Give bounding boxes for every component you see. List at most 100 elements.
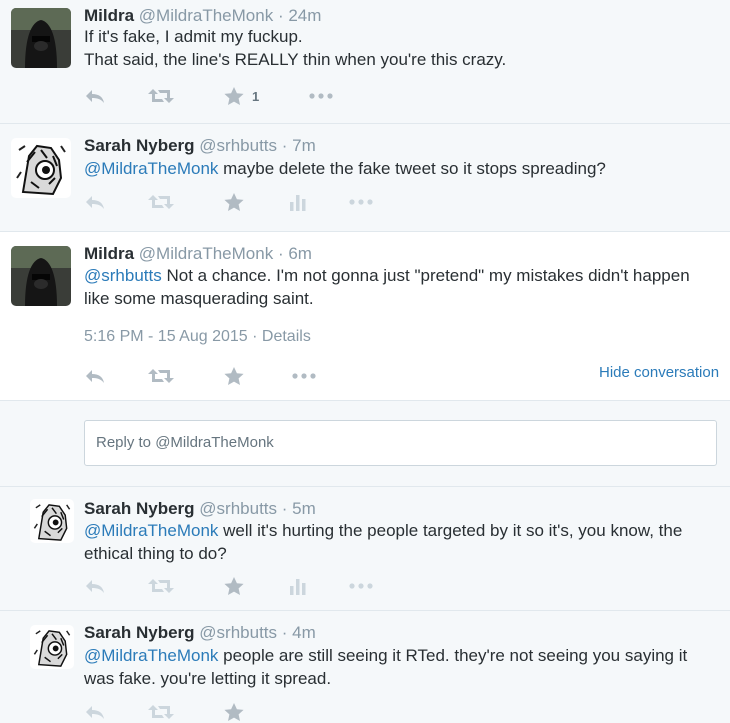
reply-icon <box>86 90 104 103</box>
tweet-text: @MildraTheMonk people are still seeing i… <box>84 644 687 690</box>
tweet-actions: 1 <box>84 85 344 107</box>
analytics-icon <box>290 579 306 595</box>
more-button[interactable] <box>349 191 373 213</box>
mention-link[interactable]: @MildraTheMonk <box>84 159 218 178</box>
reply-input[interactable]: Reply to @MildraTheMonk <box>84 420 717 466</box>
mention-link[interactable]: @MildraTheMonk <box>84 646 218 665</box>
favorite-icon <box>224 576 244 595</box>
reply-section: Reply to @MildraTheMonk <box>0 401 730 487</box>
favorite-button[interactable] <box>224 365 244 387</box>
mention-link[interactable]: @srhbutts <box>84 266 162 285</box>
reply-button[interactable] <box>84 701 106 723</box>
author-handle[interactable]: @MildraTheMonk <box>139 6 273 25</box>
more-button[interactable] <box>292 365 316 387</box>
retweet-icon <box>148 195 174 209</box>
tweet-time[interactable]: · 4m <box>282 623 316 642</box>
author-handle[interactable]: @srhbutts <box>199 623 277 642</box>
more-icon <box>309 93 333 99</box>
tweet-actions <box>84 701 384 723</box>
tweet-meta: 5:16 PM - 15 Aug 2015 · Details <box>84 328 311 346</box>
retweet-button[interactable] <box>148 575 174 597</box>
tweet-text-segment: Not a chance. I'm not gonna just "preten… <box>161 266 690 285</box>
retweet-icon <box>148 89 174 103</box>
tweet-text-segment: well it's hurting the people targeted by… <box>218 521 683 540</box>
favorite-button[interactable] <box>224 701 244 723</box>
tweet-2: Sarah Nyberg @srhbutts · 7m @MildraTheMo… <box>0 124 730 232</box>
tweet-actions <box>84 575 384 597</box>
retweet-button[interactable] <box>148 85 174 107</box>
tweet-text-line: like some masquerading saint. <box>84 289 314 308</box>
tweet-3: Mildra @MildraTheMonk · 6m @srhbutts Not… <box>0 232 730 401</box>
meta-separator: · <box>252 328 258 345</box>
tweet-text: @MildraTheMonk maybe delete the fake twe… <box>84 157 606 180</box>
more-button[interactable] <box>309 85 333 107</box>
tweet-text: If it's fake, I admit my fuckup. That sa… <box>84 25 506 71</box>
reply-icon <box>86 370 104 383</box>
tweet-time[interactable]: · 6m <box>278 244 312 263</box>
avatar-mildra[interactable] <box>11 246 71 306</box>
reply-button[interactable] <box>84 85 106 107</box>
retweet-icon <box>148 579 174 593</box>
more-button[interactable] <box>349 575 373 597</box>
author-name[interactable]: Sarah Nyberg <box>84 499 195 518</box>
avatar-sarah[interactable] <box>11 138 71 198</box>
analytics-button[interactable] <box>290 191 306 213</box>
tweet-text-line: If it's fake, I admit my fuckup. <box>84 27 303 46</box>
author-handle[interactable]: @MildraTheMonk <box>139 244 273 263</box>
author-name[interactable]: Sarah Nyberg <box>84 136 195 155</box>
tweet-actions <box>84 365 344 387</box>
tweet-text-line: @MildraTheMonk people are still seeing i… <box>84 644 687 667</box>
tweet-text-line: was fake. you're letting it spread. <box>84 669 332 688</box>
tweet-text-line: ethical thing to do? <box>84 544 227 563</box>
more-icon <box>292 373 316 379</box>
reply-icon <box>86 706 104 719</box>
mention-link[interactable]: @MildraTheMonk <box>84 521 218 540</box>
tweet-text-line: That said, the line's REALLY thin when y… <box>84 50 507 69</box>
tweet-text-segment: maybe delete the fake tweet so it stops … <box>218 159 606 178</box>
tweet-text-segment: people are still seeing it RTed. they're… <box>218 646 688 665</box>
author-name[interactable]: Mildra <box>84 244 134 263</box>
reply-button[interactable] <box>84 575 106 597</box>
favorite-button[interactable]: 1 <box>224 85 259 107</box>
favorite-icon <box>224 192 244 211</box>
tweet-5: Sarah Nyberg @srhbutts · 4m @MildraTheMo… <box>0 611 730 721</box>
avatar-sarah[interactable] <box>30 499 74 543</box>
reply-button[interactable] <box>84 365 106 387</box>
tweet-text-line: @MildraTheMonk well it's hurting the peo… <box>84 519 682 542</box>
favorite-icon <box>224 702 244 721</box>
hide-conversation-link[interactable]: Hide conversation <box>599 364 719 381</box>
reply-button[interactable] <box>84 191 106 213</box>
more-icon <box>349 199 373 205</box>
retweet-button[interactable] <box>148 365 174 387</box>
tweet-text: @srhbutts Not a chance. I'm not gonna ju… <box>84 264 690 310</box>
tweet-4: Sarah Nyberg @srhbutts · 5m @MildraTheMo… <box>0 487 730 611</box>
retweet-icon <box>148 705 174 719</box>
details-link[interactable]: Details <box>262 328 311 345</box>
reply-icon <box>86 580 104 593</box>
tweet-header: Mildra @MildraTheMonk · 24m <box>84 6 321 26</box>
tweet-timestamp[interactable]: 5:16 PM - 15 Aug 2015 <box>84 328 248 345</box>
tweet-time[interactable]: · 5m <box>282 499 316 518</box>
tweet-time[interactable]: · 7m <box>282 136 316 155</box>
avatar-sarah[interactable] <box>30 625 74 669</box>
analytics-button[interactable] <box>290 575 306 597</box>
avatar-mildra[interactable] <box>11 8 71 68</box>
tweet-time[interactable]: · 24m <box>278 6 321 25</box>
favorite-count: 1 <box>252 88 260 104</box>
author-handle[interactable]: @srhbutts <box>199 499 277 518</box>
more-icon <box>349 583 373 589</box>
tweet-header: Sarah Nyberg @srhbutts · 7m <box>84 136 316 156</box>
tweet-header: Sarah Nyberg @srhbutts · 5m <box>84 499 316 519</box>
retweet-button[interactable] <box>148 191 174 213</box>
author-handle[interactable]: @srhbutts <box>199 136 277 155</box>
favorite-button[interactable] <box>224 575 244 597</box>
author-name[interactable]: Mildra <box>84 6 134 25</box>
analytics-icon <box>290 195 306 211</box>
author-name[interactable]: Sarah Nyberg <box>84 623 195 642</box>
tweet-actions <box>84 191 384 213</box>
favorite-button[interactable] <box>224 191 244 213</box>
retweet-button[interactable] <box>148 701 174 723</box>
reply-icon <box>86 196 104 209</box>
tweet-text-line: @MildraTheMonk maybe delete the fake twe… <box>84 157 606 180</box>
retweet-icon <box>148 369 174 383</box>
